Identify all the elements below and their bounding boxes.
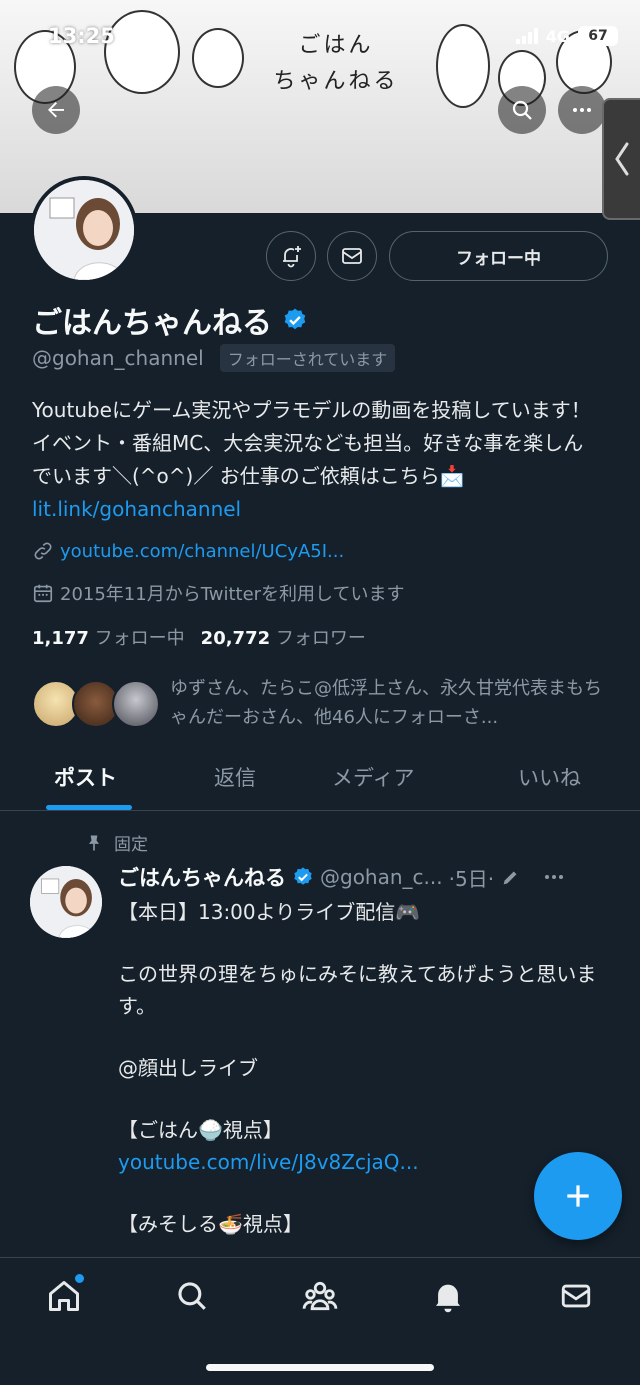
battery-icon: 67 xyxy=(578,26,618,46)
more-icon[interactable] xyxy=(542,865,566,889)
joined-date: 2015年11月からTwitterを利用しています xyxy=(60,584,405,605)
known-followers-text: ゆずさん、たらこ@低浮上さん、永久甘党代表まもちゃんだーおさん、他46人にフォロ… xyxy=(170,678,602,728)
pinned-label: 固定 xyxy=(84,830,148,855)
profile-bio: Youtubeにゲーム実況やプラモデルの動画を投稿しています！ イベント・番組M… xyxy=(32,394,602,526)
message-button[interactable] xyxy=(327,231,377,281)
tweet-author-handle: @gohan_c... xyxy=(320,865,443,889)
edited-pencil-icon xyxy=(503,871,517,885)
profile-tabs: ポスト 返信 メディア いいね xyxy=(0,745,640,811)
envelope-icon xyxy=(342,248,362,264)
banner-doodle-face xyxy=(104,10,180,94)
search-button[interactable] xyxy=(498,86,546,134)
following-button[interactable]: フォロー中 xyxy=(389,231,608,281)
search-icon xyxy=(178,1282,206,1310)
signal-icon xyxy=(515,28,538,44)
arrow-left-icon xyxy=(48,102,64,118)
tab-replies[interactable]: 返信 xyxy=(214,762,256,792)
tweet-link[interactable]: youtube.com/live/J8v8ZcjaQ... xyxy=(118,1146,608,1178)
profile-handle-row: @gohan_channel フォローされています xyxy=(32,344,396,372)
follows-you-badge: フォローされています xyxy=(219,344,396,372)
website-link[interactable]: youtube.com/channel/UCyA5I... xyxy=(60,541,344,562)
communities-icon xyxy=(302,1281,338,1311)
tab-likes[interactable]: いいね xyxy=(518,762,581,792)
bottom-navigation xyxy=(0,1257,640,1385)
tweet-time: ·5日· xyxy=(448,866,495,891)
profile-name: ごはんちゃんねる xyxy=(32,306,272,341)
network-type: 4G xyxy=(545,26,570,46)
compose-button[interactable] xyxy=(534,1152,622,1240)
side-panel-handle[interactable] xyxy=(602,98,640,220)
banner-title: ごはん ちゃんねる xyxy=(273,33,399,94)
unread-dot xyxy=(75,1274,84,1283)
tweet-avatar[interactable] xyxy=(30,866,102,938)
calendar-icon xyxy=(33,584,53,603)
follower-avatar xyxy=(112,680,160,728)
more-button[interactable] xyxy=(558,86,606,134)
status-indicators: 4G 67 xyxy=(515,26,618,46)
nav-communities[interactable] xyxy=(300,1276,340,1316)
profile-handle: @gohan_channel xyxy=(32,346,204,370)
profile-avatar[interactable] xyxy=(30,176,138,284)
profile-joined: 2015年11月からTwitterを利用しています xyxy=(32,580,405,606)
status-time: 13:25 xyxy=(48,24,115,48)
chevron-left-icon xyxy=(615,142,629,176)
nav-notifications[interactable] xyxy=(428,1276,468,1316)
banner-doodle-face xyxy=(436,24,490,108)
tab-media[interactable]: メディア xyxy=(332,762,415,792)
active-tab-indicator xyxy=(46,805,132,810)
more-icon xyxy=(573,108,591,112)
known-followers[interactable]: ゆずさん、たらこ@低浮上さん、永久甘党代表まもちゃんだーおさん、他46人にフォロ… xyxy=(32,674,612,734)
home-icon xyxy=(49,1281,79,1311)
profile-name-row: ごはんちゃんねる xyxy=(32,298,308,342)
nav-search[interactable] xyxy=(172,1276,212,1316)
link-icon xyxy=(34,542,52,560)
plus-icon xyxy=(567,1185,589,1207)
notify-button[interactable] xyxy=(266,231,316,281)
avatar-portrait xyxy=(34,180,134,280)
tab-posts[interactable]: ポスト xyxy=(54,762,117,792)
bio-link[interactable]: lit.link/gohanchannel xyxy=(32,497,241,521)
search-icon xyxy=(512,100,532,120)
messages-icon xyxy=(561,1284,591,1308)
avatar-portrait xyxy=(30,866,102,938)
bio-text: Youtubeにゲーム実況やプラモデルの動画を投稿しています！ イベント・番組M… xyxy=(32,398,591,488)
pin-icon xyxy=(89,835,99,850)
profile-stats: 1,177 フォロー中 20,772 フォロワー xyxy=(32,624,366,650)
tweet-header: ごはんちゃんねる @gohan_c... ·5日· xyxy=(118,862,610,892)
notifications-icon xyxy=(435,1284,461,1313)
nav-home[interactable] xyxy=(44,1274,84,1316)
verified-badge-icon xyxy=(294,867,312,885)
profile-website[interactable]: youtube.com/channel/UCyA5I... xyxy=(32,540,344,562)
bell-plus-icon xyxy=(283,246,301,268)
home-indicator xyxy=(206,1364,434,1371)
tweet-author-name[interactable]: ごはんちゃんねる xyxy=(118,862,286,892)
followers-stat[interactable]: 20,772 フォロワー xyxy=(201,624,366,650)
back-button[interactable] xyxy=(32,86,80,134)
banner-doodle-face xyxy=(192,28,244,88)
verified-badge-icon xyxy=(284,308,306,330)
following-stat[interactable]: 1,177 フォロー中 xyxy=(32,624,185,650)
nav-messages[interactable] xyxy=(556,1276,596,1316)
